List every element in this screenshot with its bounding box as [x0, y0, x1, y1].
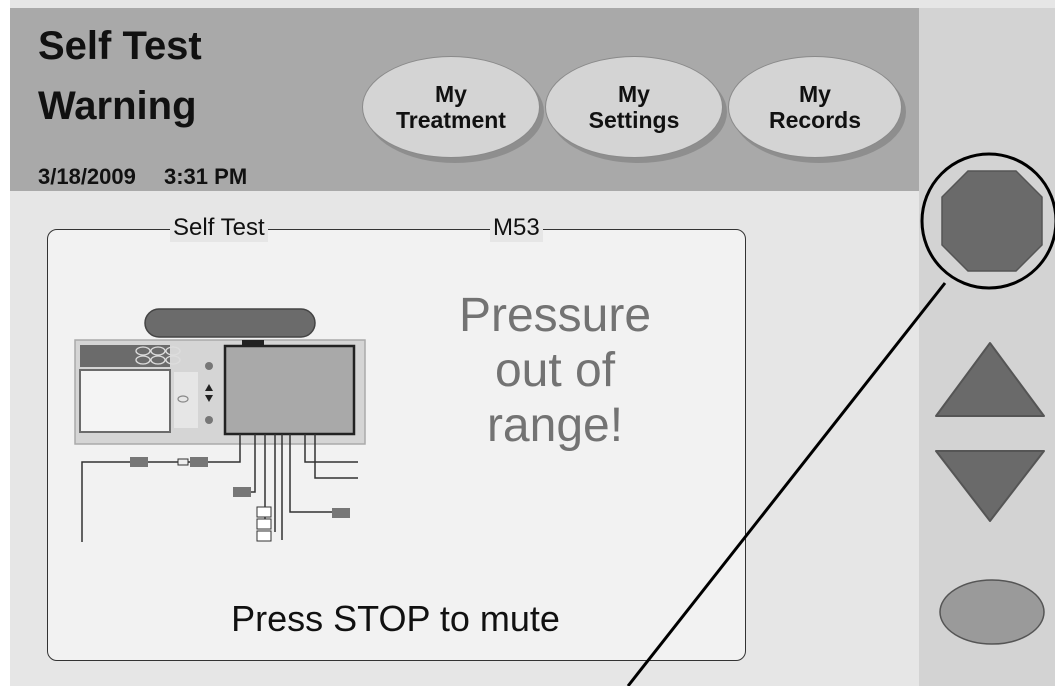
my-treatment-button[interactable]: My Treatment [362, 56, 540, 158]
device-screen [79, 369, 171, 433]
my-records-line1: My [799, 80, 831, 107]
title-line-1: Self Test [38, 24, 202, 68]
panel-legend-code: M53 [490, 214, 543, 242]
my-treatment-line1: My [435, 80, 467, 107]
header-bar: Self Test Warning 3/18/2009 3:31 PM My T… [10, 8, 919, 191]
my-records-line2: Records [768, 107, 862, 133]
device-diagram [74, 308, 366, 542]
triangle-down-icon[interactable] [933, 447, 1047, 525]
date-text: 3/18/2009 [38, 164, 136, 189]
device-handle [144, 308, 316, 338]
message-line-2: out of [494, 344, 616, 398]
my-settings-line1: My [618, 80, 650, 107]
my-settings-line2: Settings [588, 107, 680, 133]
time-text: 3:31 PM [164, 164, 248, 189]
pump-module [223, 344, 356, 436]
triangle-up-icon[interactable] [933, 340, 1047, 424]
my-records-button[interactable]: My Records [728, 56, 902, 158]
mute-instruction: Press STOP to mute [231, 598, 560, 639]
message-line-3: range! [486, 399, 624, 453]
date-time: 3/18/2009 3:31 PM [38, 164, 269, 190]
oval-icon[interactable] [936, 575, 1048, 649]
my-treatment-line2: Treatment [396, 107, 506, 133]
stop-octagon-icon[interactable] [938, 167, 1046, 275]
panel-legend-self-test: Self Test [170, 214, 268, 242]
pressure-warning-message: Pressure out of range! [420, 288, 690, 454]
message-line-1: Pressure [458, 289, 652, 342]
my-settings-button[interactable]: My Settings [545, 56, 723, 158]
title-line-2: Warning [38, 84, 197, 128]
